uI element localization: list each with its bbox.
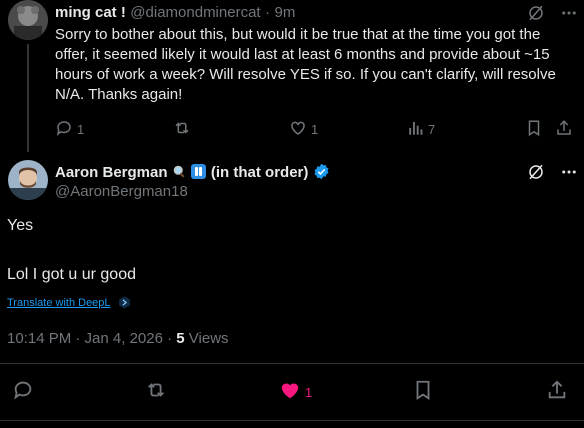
like-icon[interactable] xyxy=(289,119,307,137)
main-text-line-2: Lol I got u ur good xyxy=(7,266,136,283)
retweet-icon[interactable] xyxy=(173,119,191,137)
reply-author-name[interactable]: ming cat ! xyxy=(55,4,126,21)
main-text-line-1: Yes xyxy=(7,217,34,234)
liked-heart-icon[interactable] xyxy=(279,379,301,401)
views-icon[interactable] xyxy=(407,119,425,137)
deepl-icon xyxy=(118,296,131,309)
main-like-count: 1 xyxy=(305,385,313,400)
reply-text: Sorry to bother about this, but would it… xyxy=(55,26,556,103)
share-icon[interactable] xyxy=(555,119,573,137)
more-options-icon[interactable] xyxy=(560,163,578,181)
magnifier-emoji-icon xyxy=(172,164,187,179)
pause-emoji-icon xyxy=(191,164,207,179)
bookmark-icon[interactable] xyxy=(412,379,434,401)
header-separator: · xyxy=(265,4,271,21)
main-author-avatar[interactable] xyxy=(8,160,48,200)
thread-line xyxy=(27,44,29,152)
timestamp[interactable]: 10:14 PM · Jan 4, 2026 · xyxy=(7,330,172,347)
reply-author-handle[interactable]: @diamondminercat xyxy=(130,4,260,21)
share-icon[interactable] xyxy=(546,379,568,401)
bookmark-icon[interactable] xyxy=(525,119,543,137)
reply-count: 1 xyxy=(77,122,85,137)
view-count: 7 xyxy=(428,122,436,137)
more-options-icon[interactable] xyxy=(560,4,578,22)
grok-icon[interactable] xyxy=(527,163,545,181)
divider xyxy=(0,363,584,364)
main-author-suffix: (in that order) xyxy=(210,164,309,181)
like-count: 1 xyxy=(311,122,319,137)
grok-icon[interactable] xyxy=(527,4,545,22)
reply-icon[interactable] xyxy=(12,379,34,401)
reply-header: ming cat ! @diamondminercat · 9m xyxy=(55,4,295,22)
views-label: Views xyxy=(188,330,229,347)
bottom-divider xyxy=(0,420,584,421)
reply-time[interactable]: 9m xyxy=(275,4,296,21)
reply-icon[interactable] xyxy=(55,119,73,137)
main-header: Aaron Bergman (in that order) xyxy=(55,163,330,182)
retweet-icon[interactable] xyxy=(145,379,167,401)
main-author-handle[interactable]: @AaronBergman18 xyxy=(55,183,188,200)
verified-badge-icon[interactable] xyxy=(313,163,330,180)
views-count: 5 xyxy=(176,330,185,347)
translate-label[interactable]: Translate with DeepL xyxy=(7,297,111,309)
main-author-name[interactable]: Aaron Bergman xyxy=(55,164,168,181)
reply-author-avatar[interactable] xyxy=(8,0,48,40)
tweet-meta: 10:14 PM · Jan 4, 2026 · 5 Views xyxy=(7,330,229,347)
translate-link[interactable]: Translate with DeepL xyxy=(7,293,131,311)
